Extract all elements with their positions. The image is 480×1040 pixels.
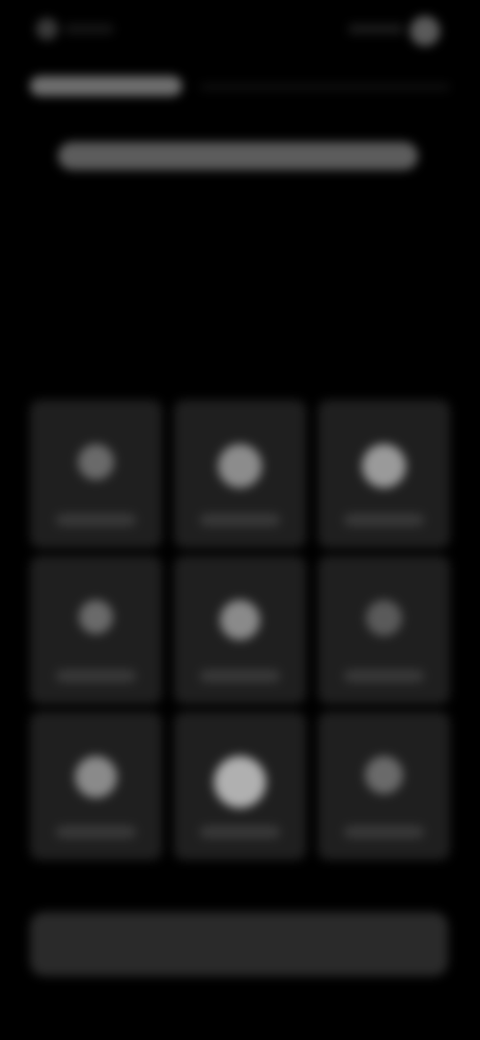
app-icon [362, 444, 406, 488]
profile-icon[interactable] [410, 16, 440, 46]
app-icon [75, 756, 117, 798]
grid-tile-label [344, 670, 424, 682]
app-icon [365, 756, 403, 794]
app-icon [218, 444, 262, 488]
header-divider [200, 84, 450, 90]
grid-tile[interactable] [318, 712, 450, 860]
grid-tile-label [200, 826, 280, 838]
grid-tile-label [56, 514, 136, 526]
grid-tile-label [56, 670, 136, 682]
app-icon [78, 444, 114, 480]
grid-tile-label [56, 826, 136, 838]
tile-grid [30, 400, 450, 860]
grid-tile[interactable] [174, 556, 306, 704]
screen [0, 0, 480, 1040]
app-icon [220, 600, 260, 640]
grid-tile[interactable] [174, 712, 306, 860]
grid-tile-label [200, 514, 280, 526]
status-text-placeholder [64, 24, 114, 34]
status-dot-icon [36, 18, 58, 40]
app-icon [366, 600, 402, 636]
grid-tile-label [344, 826, 424, 838]
grid-tile[interactable] [318, 556, 450, 704]
app-icon [214, 756, 266, 808]
grid-tile[interactable] [318, 400, 450, 548]
grid-tile-label [200, 670, 280, 682]
status-bar [0, 0, 480, 60]
grid-tile[interactable] [30, 556, 162, 704]
grid-tile-label [344, 514, 424, 526]
grid-tile[interactable] [30, 712, 162, 860]
bottom-action-bar[interactable] [30, 912, 448, 976]
status-indicator [348, 24, 404, 34]
grid-tile[interactable] [30, 400, 162, 548]
page-subtitle [58, 142, 418, 170]
page-title [30, 76, 182, 96]
grid-tile[interactable] [174, 400, 306, 548]
app-icon [79, 600, 113, 634]
